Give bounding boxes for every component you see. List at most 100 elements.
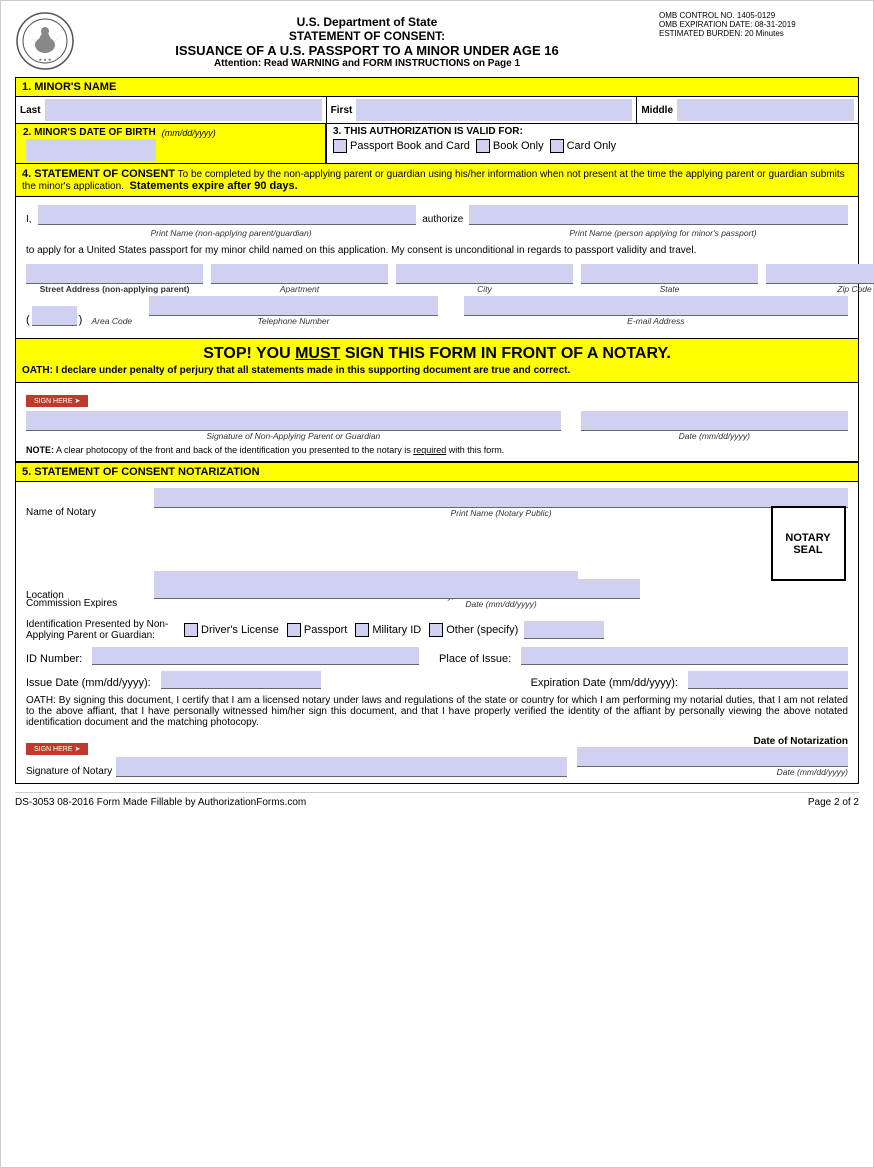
stop-text: STOP! YOU MUST SIGN THIS FORM IN FRONT O… <box>22 345 852 363</box>
drivers-license-label: Driver's License <box>201 624 279 636</box>
section1-header: 1. MINOR'S NAME <box>15 77 859 97</box>
checkbox-book[interactable] <box>476 139 490 153</box>
apply-text: to apply for a United States passport fo… <box>26 245 848 256</box>
notary-name-label-col: Name of Notary <box>26 507 146 518</box>
street-label: Street Address (non-applying parent) <box>26 284 203 294</box>
issue-date-input[interactable] <box>161 671 321 689</box>
middle-name-input[interactable] <box>677 99 854 121</box>
notary-sign-here-stamp: SIGN HERE ➤ <box>26 743 88 755</box>
phone-input[interactable] <box>149 296 437 316</box>
notary-sig-line: Signature of Notary <box>26 757 567 777</box>
id-number-input[interactable] <box>92 647 419 665</box>
section5-body: Name of Notary Print Name (Notary Public… <box>15 482 859 784</box>
first-name-input[interactable] <box>356 99 632 121</box>
header-center: U.S. Department of State STATEMENT OF CO… <box>75 11 659 69</box>
date-notarization-input[interactable] <box>577 747 848 767</box>
notary-sig-row: SIGN HERE ➤ Signature of Notary Date of … <box>26 736 848 777</box>
dept-label: U.S. Department of State <box>75 15 659 29</box>
apt-input[interactable] <box>211 264 388 284</box>
checkbox-other[interactable] <box>429 623 443 637</box>
phone-group: Telephone Number <box>149 296 437 326</box>
signature-input[interactable] <box>26 411 561 431</box>
id-number-row: ID Number: Place of Issue: <box>26 647 848 665</box>
us-seal: ★ ★ ★ <box>15 11 75 71</box>
checkbox-drivers[interactable] <box>184 623 198 637</box>
checkbox-passport[interactable] <box>287 623 301 637</box>
email-input[interactable] <box>464 296 848 316</box>
option-book-card-label: Passport Book and Card <box>350 140 470 152</box>
apt-group: Apartment <box>211 264 388 294</box>
other-option: Other (specify) <box>429 621 604 639</box>
authorize-row: I, authorize <box>26 205 848 225</box>
section4-header: 4. STATEMENT OF CONSENT To be completed … <box>15 164 859 197</box>
notary-sig-input[interactable] <box>116 757 567 777</box>
i-label: I, <box>26 214 32 225</box>
omb3: ESTIMATED BURDEN: 20 Minutes <box>659 29 859 38</box>
zip-group: Zip Code <box>766 264 874 294</box>
first-name-cell: First <box>327 97 638 123</box>
print-name2-group <box>469 205 848 225</box>
attention-label: Attention: Read WARNING and FORM INSTRUC… <box>75 58 659 69</box>
checkbox-military[interactable] <box>355 623 369 637</box>
authorize-label: authorize <box>422 214 463 225</box>
sig-date-label: Date (mm/dd/yyyy) <box>581 431 848 441</box>
email-group: E-mail Address <box>464 296 848 326</box>
commission-row: Commission Expires Date (mm/dd/yyyy) <box>26 579 848 609</box>
id-presented-label: Identification Presented by Non-Applying… <box>26 619 176 641</box>
state-group: State <box>581 264 758 294</box>
expiration-date-input[interactable] <box>688 671 848 689</box>
address-row: Street Address (non-applying parent) Apa… <box>26 264 848 294</box>
place-of-issue-label: Place of Issue: <box>439 653 511 665</box>
dob-auth-row: 2. MINOR'S DATE OF BIRTH (mm/dd/yyyy) 3.… <box>15 124 859 164</box>
other-specify-input[interactable] <box>524 621 604 639</box>
commission-date-input[interactable] <box>154 579 640 599</box>
id-check-row: Identification Presented by Non-Applying… <box>26 619 848 641</box>
notary-name-input[interactable] <box>154 488 848 508</box>
print-name1-label: Print Name (non-applying parent/guardian… <box>150 228 311 238</box>
section4-expire: Statements expire after 90 days. <box>130 180 298 192</box>
city-input[interactable] <box>396 264 573 284</box>
id-presented-section: Identification Presented by Non-Applying… <box>26 619 848 689</box>
note-text: NOTE: A clear photocopy of the front and… <box>26 445 848 455</box>
footer-right: Page 2 of 2 <box>808 797 859 808</box>
last-label: Last <box>20 105 41 116</box>
place-of-issue-input[interactable] <box>521 647 848 665</box>
middle-name-cell: Middle <box>637 97 858 123</box>
section2-title: 2. MINOR'S DATE OF BIRTH <box>20 126 159 139</box>
print-name1-input[interactable] <box>38 205 417 225</box>
state-input[interactable] <box>581 264 758 284</box>
dob-format: (mm/dd/yyyy) <box>162 128 216 138</box>
stop-section: STOP! YOU MUST SIGN THIS FORM IN FRONT O… <box>15 339 859 383</box>
title2-label: ISSUANCE OF A U.S. PASSPORT TO A MINOR U… <box>75 43 659 58</box>
area-code-input[interactable] <box>32 306 77 326</box>
date-notarization-label: Date of Notarization <box>754 736 848 747</box>
passport-label: Passport <box>304 624 347 636</box>
zip-label: Zip Code <box>766 284 874 294</box>
notary-name-input-col: Print Name (Notary Public) <box>154 488 848 518</box>
checkbox-card[interactable] <box>550 139 564 153</box>
omb1: OMB CONTROL NO. 1405-0129 <box>659 11 859 20</box>
section3-title: 3. THIS AUTHORIZATION IS VALID FOR: <box>333 126 852 137</box>
signature-area: SIGN HERE ➤ Signature of Non-Applying Pa… <box>15 383 859 462</box>
email-label: E-mail Address <box>464 316 848 326</box>
commission-date-label: Date (mm/dd/yyyy) <box>154 599 848 609</box>
name-sublabels: Print Name (non-applying parent/guardian… <box>26 227 848 239</box>
passport-option: Passport <box>287 623 347 637</box>
section4-title: 4. STATEMENT OF CONSENT <box>22 168 175 180</box>
street-input[interactable] <box>26 264 203 284</box>
notary-sig-group: SIGN HERE ➤ Signature of Notary <box>26 742 567 777</box>
checkbox-book-card[interactable] <box>333 139 347 153</box>
sig-label: Signature of Non-Applying Parent or Guar… <box>26 431 561 441</box>
zip-input[interactable] <box>766 264 874 284</box>
last-name-input[interactable] <box>45 99 322 121</box>
svg-text:★ ★ ★: ★ ★ ★ <box>39 57 52 62</box>
drivers-license-option: Driver's License <box>184 623 279 637</box>
option-book: Book Only <box>476 139 544 153</box>
sig-date-input[interactable] <box>581 411 848 431</box>
print-name2-input[interactable] <box>469 205 848 225</box>
dob-cell: 2. MINOR'S DATE OF BIRTH (mm/dd/yyyy) <box>16 124 326 163</box>
expiration-date-label: Expiration Date (mm/dd/yyyy): <box>531 677 678 689</box>
dob-input[interactable] <box>26 139 156 161</box>
print-name1-group <box>38 205 417 225</box>
option-card-label: Card Only <box>567 140 617 152</box>
